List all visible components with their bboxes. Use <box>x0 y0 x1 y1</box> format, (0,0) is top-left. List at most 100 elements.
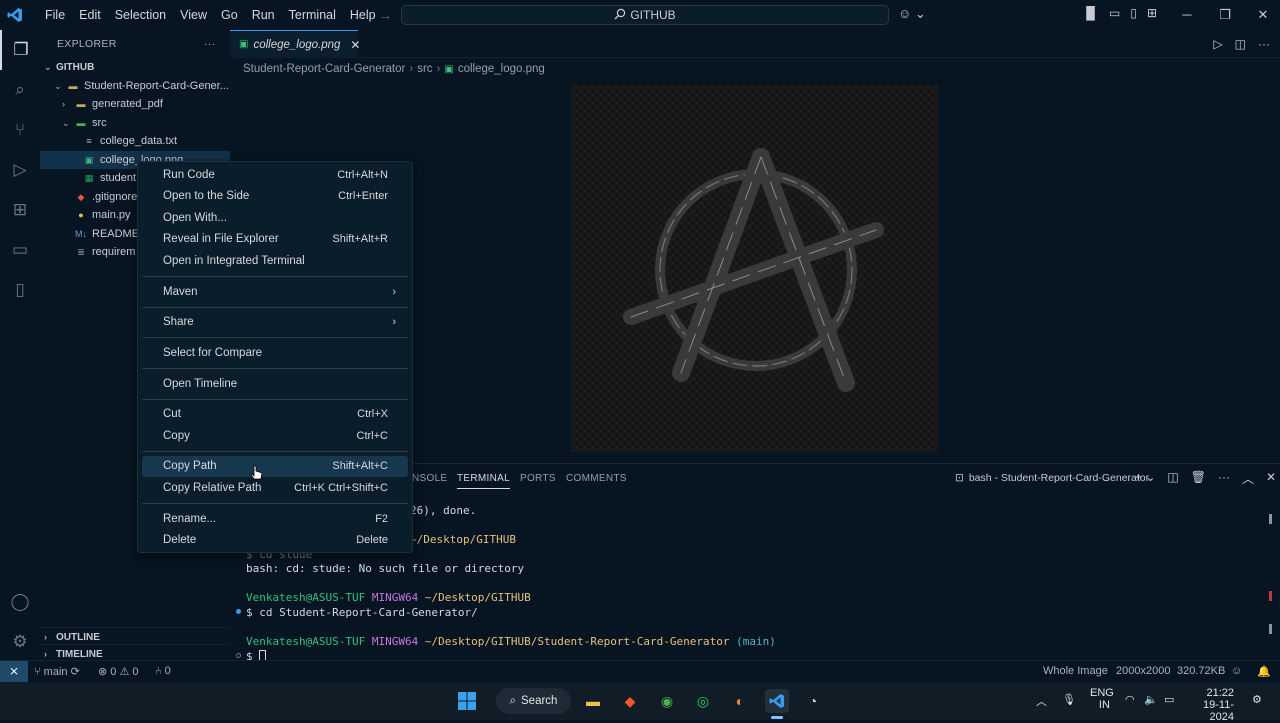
customize-layout-icon[interactable]: ⊞ <box>1147 6 1157 20</box>
branch-indicator[interactable]: ⑂ main ⟳ <box>34 665 80 678</box>
tree-root-github[interactable]: ⌄ GITHUB <box>40 58 230 77</box>
copilot-status-icon[interactable]: ☺ <box>1231 665 1242 677</box>
tab-comments[interactable]: COMMENTS <box>566 473 627 484</box>
menu-edit[interactable]: Edit <box>72 0 108 30</box>
menu-selection[interactable]: Selection <box>108 0 173 30</box>
wifi-icon[interactable]: ◠ <box>1125 693 1135 706</box>
run-debug-icon[interactable]: ▷ <box>0 150 40 190</box>
menu-separator <box>142 451 408 452</box>
menu-copy-path[interactable]: Copy Path Shift+Alt+C <box>142 456 408 477</box>
breadcrumb-file[interactable]: college_logo.png <box>458 63 545 75</box>
command-decoration-icon[interactable] <box>236 653 241 658</box>
vscode-taskbar-icon[interactable] <box>765 689 789 713</box>
more-actions-icon[interactable]: ··· <box>204 30 215 58</box>
close-window-icon[interactable]: ✕ <box>1244 0 1280 30</box>
tab-college-logo[interactable]: ▣ college_logo.png ✕ <box>230 30 360 58</box>
menu-open-with[interactable]: Open With... <box>142 208 408 229</box>
source-control-icon[interactable]: ⑂ <box>0 110 40 150</box>
notifications-icon[interactable]: 🔔 <box>1257 665 1271 678</box>
extensions-icon[interactable]: ⊞ <box>0 190 40 230</box>
menu-terminal[interactable]: Terminal <box>282 0 343 30</box>
ports-indicator[interactable]: ⑃ 0 <box>155 665 171 677</box>
image-file-icon: ▣ <box>239 39 249 50</box>
tree-folder-src[interactable]: ⌄ ▬ src <box>40 114 230 133</box>
zoom-mode[interactable]: Whole Image <box>1043 665 1108 677</box>
maximize-panel-icon[interactable]: ︿ <box>1242 470 1254 487</box>
more-actions-icon[interactable]: ··· <box>1258 37 1270 51</box>
menu-copy-relative-path[interactable]: Copy Relative Path Ctrl+K Ctrl+Shift+C <box>142 478 408 499</box>
new-terminal-icon[interactable]: + ⌄ <box>1135 470 1155 487</box>
terminal-scrollbar[interactable] <box>1269 509 1273 659</box>
minimize-icon[interactable]: ─ <box>1168 0 1206 30</box>
menu-open-in-terminal[interactable]: Open in Integrated Terminal <box>142 251 408 272</box>
language-indicator[interactable]: ENG IN <box>1090 687 1114 711</box>
show-hidden-icons-icon[interactable]: ︿ <box>1036 693 1047 709</box>
volume-icon[interactable]: 🔈 <box>1144 693 1158 706</box>
menu-copy[interactable]: Copy Ctrl+C <box>142 426 408 447</box>
command-center-search[interactable]: GITHUB <box>401 5 889 25</box>
outline-section[interactable]: › OUTLINE <box>40 627 230 646</box>
menu-open-to-side[interactable]: Open to the Side Ctrl+Enter <box>142 186 408 207</box>
menu-reveal-in-explorer[interactable]: Reveal in File Explorer Shift+Alt+R <box>142 229 408 250</box>
chevron-down-icon: ⌄ <box>54 80 62 91</box>
menu-run[interactable]: Run <box>245 0 282 30</box>
remote-explorer-icon[interactable]: ▭ <box>0 230 40 270</box>
split-editor-icon[interactable]: ◫ <box>1235 37 1246 51</box>
menu-share[interactable]: Share › <box>142 312 408 333</box>
back-arrow-icon[interactable]: ← <box>352 7 366 23</box>
maximize-icon[interactable]: ❐ <box>1206 0 1244 30</box>
more-actions-icon[interactable]: ··· <box>1218 470 1230 487</box>
github-desktop-icon[interactable]: ◔ <box>801 689 825 713</box>
breadcrumb-src[interactable]: src <box>417 63 432 75</box>
kill-terminal-icon[interactable]: 🗑 <box>1191 470 1206 487</box>
file-explorer-icon[interactable]: ▬ <box>581 689 605 713</box>
tree-folder-project[interactable]: ⌄ ▬ Student-Report-Card-Gener... <box>40 77 230 96</box>
settings-gear-icon[interactable]: ⚙ <box>0 622 40 662</box>
windows-start-icon[interactable] <box>455 689 479 713</box>
menu-open-timeline[interactable]: Open Timeline <box>142 374 408 395</box>
chrome-icon[interactable]: ◉ <box>655 689 679 713</box>
account-icon[interactable]: ◯ <box>0 582 40 622</box>
tree-folder-generated-pdf[interactable]: › ▬ generated_pdf <box>40 95 230 114</box>
menu-go[interactable]: Go <box>214 0 245 30</box>
terminal-instance[interactable]: ⊡ bash - Student-Report-Card-Generator <box>955 472 1149 484</box>
close-tab-icon[interactable]: ✕ <box>350 38 360 52</box>
remote-icon[interactable]: ⨯ <box>0 661 28 682</box>
taskbar-search[interactable]: ⌕ Search <box>496 688 571 714</box>
tab-terminal[interactable]: TERMINAL <box>457 473 510 489</box>
tab-ports[interactable]: PORTS <box>520 473 556 484</box>
menu-maven[interactable]: Maven › <box>142 282 408 303</box>
copilot-icon[interactable]: ☺ ⌄ <box>898 6 926 22</box>
tree-file-college-data[interactable]: ≡ college_data.txt <box>40 132 230 151</box>
battery-icon[interactable]: ▭ <box>1164 693 1174 706</box>
microphone-icon[interactable]: 🎙 <box>1062 693 1076 706</box>
close-panel-icon[interactable]: ✕ <box>1266 470 1276 487</box>
menu-view[interactable]: View <box>173 0 214 30</box>
menu-cut[interactable]: Cut Ctrl+X <box>142 404 408 425</box>
menu-file[interactable]: File <box>38 0 72 30</box>
notification-center-icon[interactable]: ⚙ <box>1252 693 1262 706</box>
testing-icon[interactable]: ▯ <box>0 270 40 310</box>
explorer-icon[interactable]: ❐ <box>0 30 40 70</box>
command-decoration-icon[interactable] <box>236 609 241 614</box>
search-view-icon[interactable]: ⌕ <box>0 70 40 110</box>
menu-delete[interactable]: Delete Delete <box>142 530 408 551</box>
run-icon[interactable]: ▷ <box>1213 37 1222 51</box>
blender-icon[interactable]: ◐ <box>728 689 752 713</box>
whatsapp-icon[interactable]: ◎ <box>691 689 715 713</box>
menu-run-code[interactable]: Run Code Ctrl+Alt+N <box>142 165 408 186</box>
toggle-secondary-sidebar-icon[interactable]: ▯ <box>1130 6 1137 20</box>
chevron-right-icon: › <box>62 99 65 109</box>
forward-arrow-icon[interactable]: → <box>378 7 392 23</box>
problems-indicator[interactable]: ⊗ 0 ⚠ 0 <box>98 665 139 678</box>
tab-debug-console[interactable]: NSOLE <box>412 473 447 484</box>
brave-browser-icon[interactable]: ◆ <box>618 689 642 713</box>
menu-rename[interactable]: Rename... F2 <box>142 509 408 530</box>
toggle-panel-icon[interactable]: ▭ <box>1109 6 1120 20</box>
breadcrumb-project[interactable]: Student-Report-Card-Generator <box>243 63 405 75</box>
image-file-icon: ▣ <box>84 154 94 165</box>
toggle-primary-sidebar-icon[interactable]: ▐▌ <box>1082 6 1099 20</box>
menu-select-for-compare[interactable]: Select for Compare <box>142 343 408 364</box>
clock[interactable]: 21:22 19-11-2024 <box>1192 687 1234 723</box>
split-terminal-icon[interactable]: ◫ <box>1167 470 1178 487</box>
